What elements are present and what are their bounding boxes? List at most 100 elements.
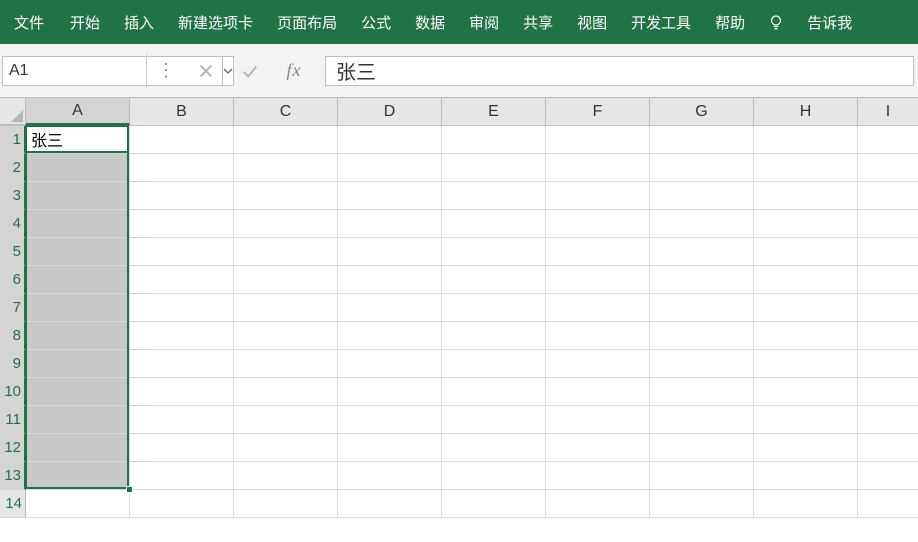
cell[interactable] <box>546 238 650 266</box>
cell[interactable] <box>754 406 858 434</box>
row-head[interactable]: 13 <box>0 462 26 490</box>
cell[interactable] <box>26 350 130 378</box>
menu-insert[interactable]: 插入 <box>112 0 166 44</box>
cell[interactable] <box>338 182 442 210</box>
cell[interactable] <box>338 266 442 294</box>
cell[interactable] <box>130 294 234 322</box>
cell[interactable] <box>338 294 442 322</box>
cell[interactable] <box>442 238 546 266</box>
cell[interactable] <box>650 490 754 518</box>
cell[interactable] <box>754 126 858 154</box>
cell[interactable] <box>650 462 754 490</box>
col-head-F[interactable]: F <box>546 98 650 125</box>
cell[interactable] <box>442 210 546 238</box>
row-head[interactable]: 5 <box>0 238 26 266</box>
cell[interactable] <box>130 182 234 210</box>
cell[interactable] <box>546 322 650 350</box>
row-head[interactable]: 8 <box>0 322 26 350</box>
cell[interactable] <box>546 266 650 294</box>
cell[interactable] <box>442 126 546 154</box>
cell[interactable] <box>754 378 858 406</box>
cell[interactable] <box>234 154 338 182</box>
menu-newtab[interactable]: 新建选项卡 <box>166 0 265 44</box>
cell[interactable] <box>130 238 234 266</box>
cell[interactable] <box>754 182 858 210</box>
row-head[interactable]: 10 <box>0 378 26 406</box>
cell[interactable] <box>234 406 338 434</box>
cell[interactable] <box>546 126 650 154</box>
cell[interactable] <box>130 126 234 154</box>
cell[interactable] <box>754 210 858 238</box>
cell[interactable] <box>650 294 754 322</box>
cell[interactable] <box>754 350 858 378</box>
row-head[interactable]: 4 <box>0 210 26 238</box>
cell[interactable] <box>338 210 442 238</box>
cell[interactable] <box>442 490 546 518</box>
cell[interactable] <box>130 434 234 462</box>
cell[interactable] <box>858 294 918 322</box>
cell[interactable] <box>650 154 754 182</box>
cell[interactable] <box>858 210 918 238</box>
lightbulb-icon[interactable] <box>757 0 795 44</box>
cell[interactable] <box>234 294 338 322</box>
cell[interactable] <box>754 266 858 294</box>
cell[interactable] <box>234 350 338 378</box>
cell[interactable] <box>546 434 650 462</box>
cell[interactable] <box>650 210 754 238</box>
cell[interactable] <box>234 126 338 154</box>
menu-help[interactable]: 帮助 <box>703 0 757 44</box>
cell[interactable] <box>338 490 442 518</box>
cell[interactable] <box>546 182 650 210</box>
cell[interactable] <box>130 266 234 294</box>
cell[interactable] <box>338 350 442 378</box>
row-head[interactable]: 9 <box>0 350 26 378</box>
cell[interactable] <box>754 434 858 462</box>
row-head[interactable]: 2 <box>0 154 26 182</box>
row-head[interactable]: 6 <box>0 266 26 294</box>
cell[interactable] <box>546 154 650 182</box>
cell[interactable] <box>338 406 442 434</box>
menu-pagelayout[interactable]: 页面布局 <box>265 0 349 44</box>
menu-data[interactable]: 数据 <box>403 0 457 44</box>
cell[interactable] <box>26 406 130 434</box>
cell[interactable] <box>754 462 858 490</box>
cell[interactable] <box>26 210 130 238</box>
cell[interactable] <box>754 238 858 266</box>
fx-icon[interactable]: fx <box>283 60 305 82</box>
row-head[interactable]: 12 <box>0 434 26 462</box>
cell[interactable] <box>338 238 442 266</box>
cell[interactable] <box>650 182 754 210</box>
cell[interactable] <box>858 462 918 490</box>
cell[interactable] <box>130 490 234 518</box>
cell[interactable] <box>546 294 650 322</box>
cell[interactable] <box>234 378 338 406</box>
cell[interactable] <box>26 378 130 406</box>
cell[interactable] <box>234 434 338 462</box>
menu-view[interactable]: 视图 <box>565 0 619 44</box>
col-head-E[interactable]: E <box>442 98 546 125</box>
menu-review[interactable]: 审阅 <box>457 0 511 44</box>
cell[interactable] <box>234 182 338 210</box>
cell[interactable] <box>234 266 338 294</box>
cell[interactable] <box>26 266 130 294</box>
cell[interactable] <box>546 490 650 518</box>
col-head-G[interactable]: G <box>650 98 754 125</box>
cell[interactable] <box>858 154 918 182</box>
cell[interactable] <box>442 434 546 462</box>
cell[interactable] <box>234 210 338 238</box>
cell[interactable] <box>338 462 442 490</box>
cell[interactable] <box>858 266 918 294</box>
col-head-I[interactable]: I <box>858 98 918 125</box>
cell[interactable] <box>130 322 234 350</box>
cell[interactable] <box>442 266 546 294</box>
cell[interactable] <box>442 350 546 378</box>
row-head[interactable]: 14 <box>0 490 26 518</box>
cell[interactable] <box>650 126 754 154</box>
cell[interactable] <box>234 490 338 518</box>
cell[interactable] <box>442 406 546 434</box>
cell[interactable] <box>650 266 754 294</box>
cell[interactable] <box>130 462 234 490</box>
fill-handle[interactable] <box>126 486 133 493</box>
cell[interactable] <box>442 154 546 182</box>
cell[interactable] <box>650 238 754 266</box>
